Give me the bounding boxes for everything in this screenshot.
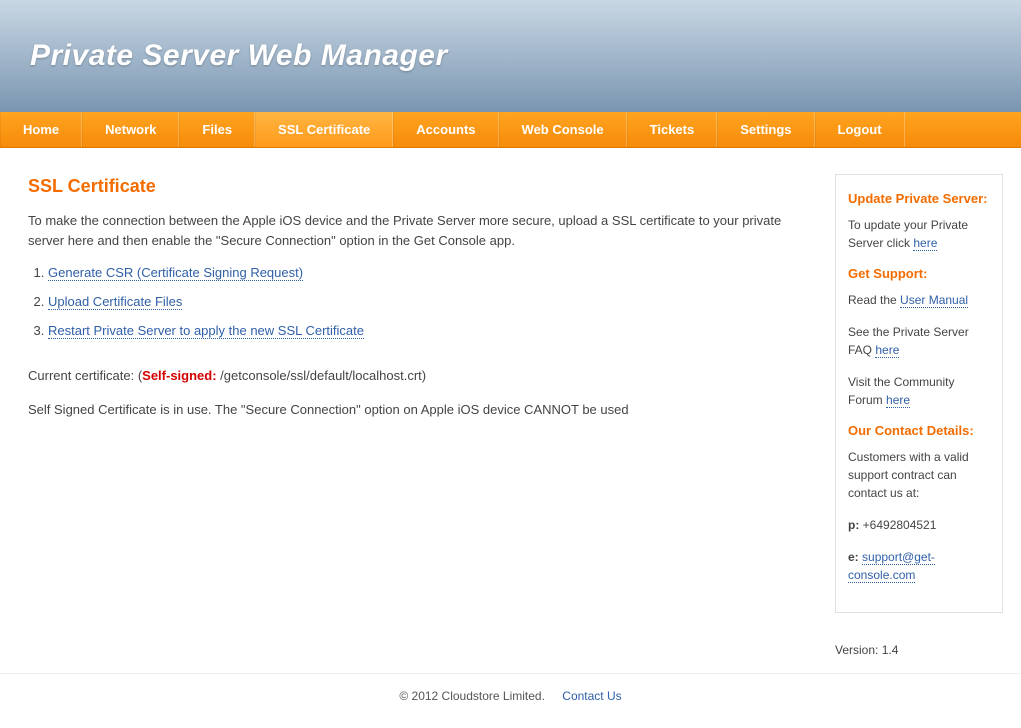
sidebar-support-forum: Visit the Community Forum here xyxy=(848,373,990,409)
cert-prefix: Current certificate: ( xyxy=(28,368,142,383)
current-cert-line: Current certificate: (Self-signed: /getc… xyxy=(28,366,815,386)
phone-number: +6492804521 xyxy=(859,518,936,532)
forum-here-link[interactable]: here xyxy=(886,393,910,408)
cert-status: Self-signed: xyxy=(142,368,216,383)
step-item: Upload Certificate Files xyxy=(48,294,815,309)
contact-us-link[interactable]: Contact Us xyxy=(562,689,621,703)
step-link-2[interactable]: Upload Certificate Files xyxy=(48,294,182,310)
nav-item-accounts[interactable]: Accounts xyxy=(393,112,498,147)
version-label: Version: 1.4 xyxy=(835,633,1003,673)
sidebar: Update Private Server: To update your Pr… xyxy=(835,174,1003,613)
nav-item-home[interactable]: Home xyxy=(0,112,82,147)
sidebar-contact-title: Our Contact Details: xyxy=(848,423,990,438)
sidebar-support-faq: See the Private Server FAQ here xyxy=(848,323,990,359)
step-link-1[interactable]: Generate CSR (Certificate Signing Reques… xyxy=(48,265,303,281)
support-email-link[interactable]: support@get-console.com xyxy=(848,550,935,583)
nav-item-ssl-certificate[interactable]: SSL Certificate xyxy=(255,112,393,147)
sidebar-support-manual: Read the User Manual xyxy=(848,291,990,309)
update-here-link[interactable]: here xyxy=(913,236,937,251)
header: Private Server Web Manager xyxy=(0,0,1021,112)
user-manual-link[interactable]: User Manual xyxy=(900,293,968,308)
footer: © 2012 Cloudstore Limited. Contact Us xyxy=(0,673,1021,728)
sidebar-contact-text: Customers with a valid support contract … xyxy=(848,448,990,502)
sidebar-support-title: Get Support: xyxy=(848,266,990,281)
nav-item-web-console[interactable]: Web Console xyxy=(499,112,627,147)
sidebar-update-text: To update your Private Server click here xyxy=(848,216,990,252)
sidebar-contact-phone: p: +6492804521 xyxy=(848,516,990,534)
phone-label: p: xyxy=(848,518,859,532)
intro-text: To make the connection between the Apple… xyxy=(28,211,815,251)
step-item: Restart Private Server to apply the new … xyxy=(48,323,815,338)
cert-path: /getconsole/ssl/default/localhost.crt) xyxy=(217,368,427,383)
email-label: e: xyxy=(848,550,859,564)
faq-here-link[interactable]: here xyxy=(875,343,899,358)
page-title: SSL Certificate xyxy=(28,176,815,197)
step-link-3[interactable]: Restart Private Server to apply the new … xyxy=(48,323,364,339)
copyright-text: © 2012 Cloudstore Limited. xyxy=(399,689,545,703)
nav-item-tickets[interactable]: Tickets xyxy=(627,112,718,147)
nav-item-files[interactable]: Files xyxy=(179,112,255,147)
self-signed-note: Self Signed Certificate is in use. The "… xyxy=(28,400,815,420)
main-content: SSL Certificate To make the connection b… xyxy=(28,168,815,435)
app-title: Private Server Web Manager xyxy=(30,39,448,73)
sidebar-update-title: Update Private Server: xyxy=(848,191,990,206)
main-nav: HomeNetworkFilesSSL CertificateAccountsW… xyxy=(0,112,1021,148)
step-item: Generate CSR (Certificate Signing Reques… xyxy=(48,265,815,280)
nav-item-network[interactable]: Network xyxy=(82,112,179,147)
nav-item-logout[interactable]: Logout xyxy=(815,112,905,147)
steps-list: Generate CSR (Certificate Signing Reques… xyxy=(28,265,815,338)
sidebar-contact-email: e: support@get-console.com xyxy=(848,548,990,584)
nav-item-settings[interactable]: Settings xyxy=(717,112,814,147)
